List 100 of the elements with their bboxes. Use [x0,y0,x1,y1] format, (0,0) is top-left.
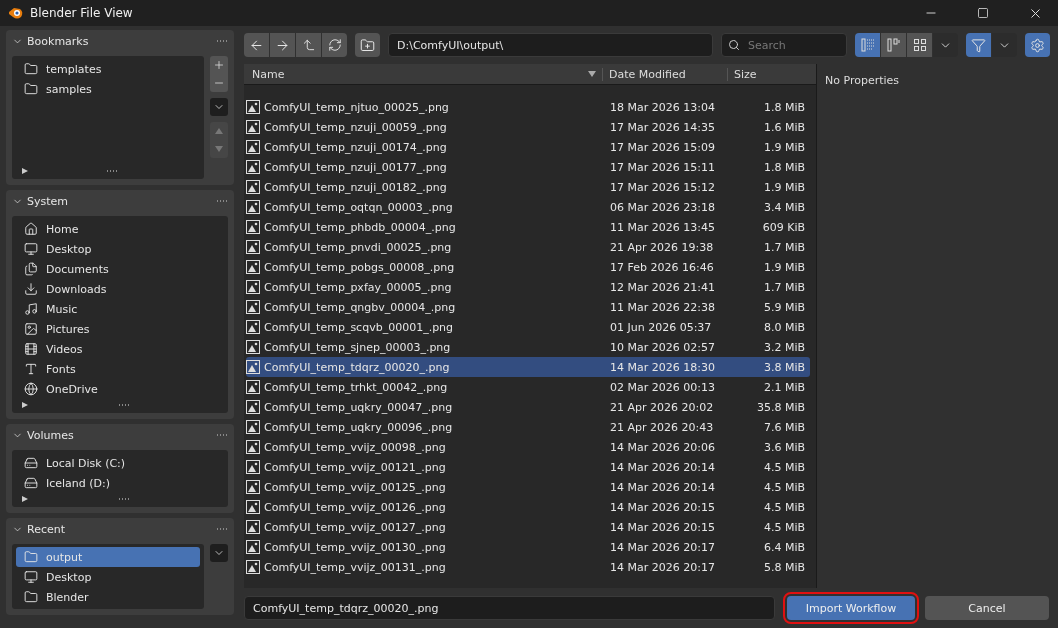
column-header[interactable]: Size [727,67,816,81]
file-row[interactable]: ComfyUI_temp_sjnep_00003_.png 10 Mar 2026 02:57 3.2 MiB [246,337,810,357]
sidebar-item[interactable]: Videos [16,339,224,359]
sidebar-item[interactable]: samples [16,79,200,99]
sidebar-item[interactable]: Fonts [16,359,224,379]
back-button[interactable] [244,33,269,57]
sidebar-item[interactable]: Desktop [16,567,200,587]
file-name: ComfyUI_temp_vvijz_00126_.png [264,500,446,514]
search-box[interactable]: Search [721,33,847,57]
file-row[interactable]: ComfyUI_temp_uqkry_00096_.png 21 Apr 2026 20:43 7.6 MiB [246,417,810,437]
sidebar-item[interactable]: Documents [16,259,224,279]
window-title: Blender File View [30,6,134,20]
sidebar-item[interactable]: Desktop [16,239,224,259]
sidebar-item[interactable]: Home [16,219,224,239]
file-row[interactable]: ComfyUI_temp_vvijz_00131_.png 14 Mar 2026 20:17 5.8 MiB [246,557,810,577]
file-date: 14 Mar 2026 18:30 [610,360,716,374]
column-header[interactable]: Name [244,67,602,81]
image-file-icon [246,480,260,494]
file-name: ComfyUI_temp_pxfay_00005_.png [264,280,452,294]
file-date: 14 Mar 2026 20:14 [610,480,716,494]
panel-title[interactable]: Volumes [27,428,212,442]
filter-options-button[interactable] [992,33,1017,57]
panel-title[interactable]: System [27,194,212,208]
file-row[interactable]: ComfyUI_temp_nzuji_00059_.png 17 Mar 2026 14:35 1.6 MiB [246,117,810,137]
sidebar-item[interactable]: Blender [16,587,200,607]
file-size: 2.1 MiB [762,380,805,394]
file-size: 35.8 MiB [755,400,805,414]
file-name: ComfyUI_temp_vvijz_00125_.png [264,480,446,494]
search-field[interactable]: Search [746,37,840,53]
file-row[interactable]: ComfyUI_temp_trhkt_00042_.png 02 Mar 2026 00:13 2.1 MiB [246,377,810,397]
sidebar-item[interactable]: templates [16,59,200,79]
file-size: 3.6 MiB [762,440,805,454]
sidebar-item[interactable]: Local Disk (C:) [16,453,224,473]
image-file-icon [246,340,260,354]
file-row[interactable]: ComfyUI_temp_nzuji_00174_.png 17 Mar 2026 15:09 1.9 MiB [246,137,810,157]
file-date: 17 Mar 2026 15:12 [610,180,716,194]
sidebar-item[interactable]: Iceland (D:) [16,473,224,493]
sidebar-item[interactable]: Downloads [16,279,224,299]
file-row[interactable]: ComfyUI_temp_vvijz_00098_.png 14 Mar 2026 20:06 3.6 MiB [246,437,810,457]
image-file-icon [246,420,260,434]
add-button[interactable] [210,56,228,74]
file-row[interactable]: ComfyUI_temp_pxfay_00005_.png 12 Mar 2026 21:41 1.7 MiB [246,277,810,297]
path-field[interactable]: D:\ComfyUI\output\ [388,33,713,57]
settings-button[interactable] [1025,33,1050,57]
filter-button[interactable] [966,33,991,57]
remove-button[interactable] [210,74,228,92]
file-row[interactable]: ComfyUI_temp_tdqrz_00020_.png 14 Mar 2026 18:30 3.8 MiB [246,357,810,377]
file-row[interactable]: ComfyUI_temp_pobgs_00008_.png 17 Feb 2026 16:46 1.9 MiB [246,257,810,277]
parent-folder-button[interactable] [296,33,321,57]
move-up-button[interactable] [210,122,228,140]
move-down-button[interactable] [210,140,228,158]
panel-title[interactable]: Recent [27,522,212,536]
file-row[interactable]: ComfyUI_temp_njtuo_00025_.png 18 Mar 2026 13:04 1.8 MiB [246,97,810,117]
dropdown-button[interactable] [210,544,228,562]
filename-field[interactable]: ComfyUI_temp_tdqrz_00020_.png [244,596,775,620]
file-row[interactable]: ComfyUI_temp_uqkry_00047_.png 21 Apr 2026 20:02 35.8 MiB [246,397,810,417]
file-name: ComfyUI_temp_pobgs_00008_.png [264,260,455,274]
sidebar-item[interactable]: Music [16,299,224,319]
file-row[interactable]: ComfyUI_temp_nzuji_00182_.png 17 Mar 2026 15:12 1.9 MiB [246,177,810,197]
new-folder-button[interactable] [355,33,380,57]
forward-button[interactable] [270,33,295,57]
image-file-icon [246,380,260,394]
folder-icon [24,550,38,564]
grip-icon [106,169,118,173]
expand-icon[interactable] [22,168,28,174]
expand-icon[interactable] [22,496,28,502]
panel-title[interactable]: Bookmarks [27,34,212,48]
refresh-button[interactable] [322,33,347,57]
expand-icon[interactable] [22,402,28,408]
file-row[interactable]: ComfyUI_temp_vvijz_00130_.png 14 Mar 2026 20:17 6.4 MiB [246,537,810,557]
file-row[interactable]: ComfyUI_temp_vvijz_00126_.png 14 Mar 2026 20:15 4.5 MiB [246,497,810,517]
file-row[interactable]: ComfyUI_temp_pnvdi_00025_.png 21 Apr 2026 19:38 1.7 MiB [246,237,810,257]
file-row[interactable]: ComfyUI_temp_qngbv_00004_.png 11 Mar 2026 22:38 5.9 MiB [246,297,810,317]
file-name: ComfyUI_temp_uqkry_00096_.png [264,420,453,434]
drive-icon [24,476,38,490]
file-row[interactable]: ComfyUI_temp_vvijz_00125_.png 14 Mar 2026 20:14 4.5 MiB [246,477,810,497]
grid-view-icon [912,38,927,52]
image-file-icon [246,140,260,154]
file-size: 4.5 MiB [762,520,805,534]
sidebar-item[interactable]: output [16,547,200,567]
file-row[interactable]: ComfyUI_temp_vvijz_00121_.png 14 Mar 2026 20:14 4.5 MiB [246,457,810,477]
file-row[interactable]: ComfyUI_temp_nzuji_00177_.png 17 Mar 2026 15:11 1.8 MiB [246,157,810,177]
maximize-icon [977,7,989,19]
sidebar-item[interactable]: Pictures [16,319,224,339]
file-row[interactable]: ComfyUI_temp_phbdb_00004_.png 11 Mar 2026 13:45 609 KiB [246,217,810,237]
view-mode-button[interactable] [907,33,932,57]
dropdown-button[interactable] [210,98,228,116]
download-icon [24,282,38,296]
file-name: ComfyUI_temp_vvijz_00121_.png [264,460,446,474]
up-arrow-icon [301,38,316,52]
file-row[interactable]: ComfyUI_temp_scqvb_00001_.png 01 Jun 2026 05:37 8.0 MiB [246,317,810,337]
view-mode-button[interactable] [881,33,906,57]
cancel-button[interactable]: Cancel [925,596,1049,620]
file-row[interactable]: ComfyUI_temp_vvijz_00127_.png 14 Mar 2026 20:15 4.5 MiB [246,517,810,537]
sidebar-item[interactable]: OneDrive [16,379,224,399]
image-file-icon [246,120,260,134]
column-header[interactable]: Date Modified [602,67,727,81]
image-file-icon [246,300,260,314]
file-row[interactable]: ComfyUI_temp_oqtqn_00003_.png 06 Mar 2026 23:18 3.4 MiB [246,197,810,217]
search-icon [728,38,740,52]
